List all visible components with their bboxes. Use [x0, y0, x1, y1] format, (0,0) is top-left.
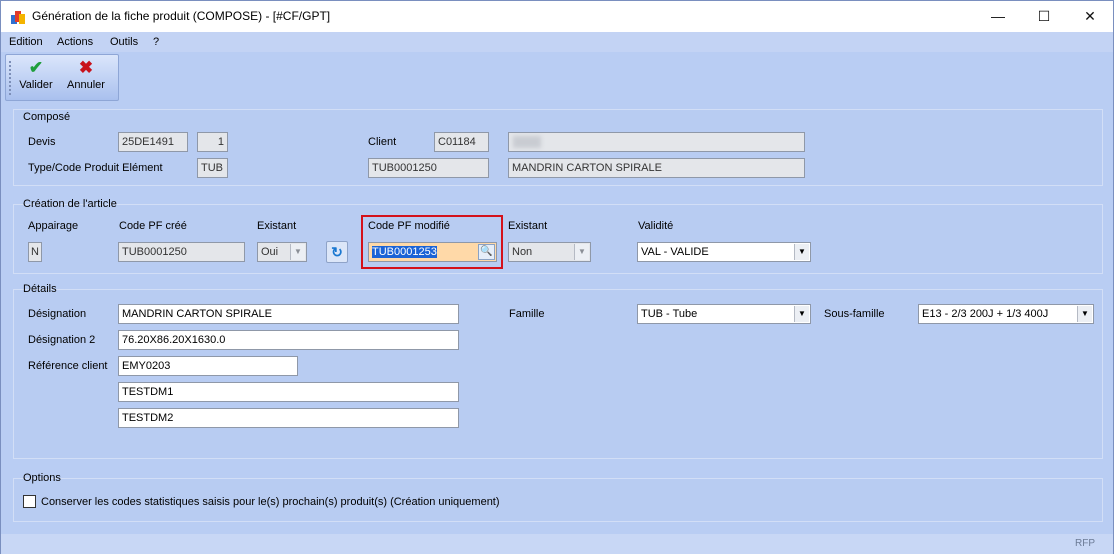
- toolbar-grip[interactable]: [9, 61, 11, 95]
- existant2-select[interactable]: Non ▼: [508, 242, 591, 262]
- refresh-button[interactable]: ↻: [326, 241, 348, 263]
- menu-bar: Edition Actions Outils ?: [1, 32, 1113, 52]
- famille-label: Famille: [509, 308, 545, 320]
- validite-value: VAL - VALIDE: [641, 246, 709, 258]
- existant2-value: Non: [512, 246, 533, 258]
- validate-button[interactable]: ✔ Valider: [16, 57, 56, 99]
- menu-help[interactable]: ?: [153, 36, 159, 48]
- extra-field-1[interactable]: TESTDM1: [118, 382, 459, 402]
- code-element-field[interactable]: TUB0001250: [368, 158, 489, 178]
- conserver-checkbox[interactable]: [23, 495, 36, 508]
- minimize-button[interactable]: —: [975, 1, 1021, 32]
- chevron-down-icon: ▼: [794, 244, 809, 260]
- code-cree-label: Code PF créé: [119, 220, 187, 232]
- code-modifie-field[interactable]: TUB0001253 🔍: [368, 242, 497, 262]
- chevron-down-icon: ▼: [574, 244, 589, 260]
- window-title: Génération de la fiche produit (COMPOSE)…: [32, 9, 331, 23]
- type-label: Type/Code Produit Elément: [28, 162, 163, 174]
- code-cree-field[interactable]: TUB0001250: [118, 242, 245, 262]
- ref-client-label: Référence client: [28, 360, 108, 372]
- code-modifie-label: Code PF modifié: [368, 220, 450, 232]
- status-bar: RFP: [1, 534, 1113, 554]
- group-creation-title: Création de l'article: [23, 198, 117, 210]
- appairage-label: Appairage: [28, 220, 79, 232]
- menu-edition[interactable]: Edition: [9, 36, 43, 48]
- chevron-down-icon: ▼: [1077, 306, 1092, 322]
- minimize-icon: —: [991, 8, 1005, 24]
- existant1-value: Oui: [261, 246, 279, 258]
- chevron-down-icon: ▼: [290, 244, 305, 260]
- chevron-down-icon: ▼: [794, 306, 809, 322]
- existant1-select[interactable]: Oui ▼: [257, 242, 307, 262]
- cancel-button[interactable]: ✖ Annuler: [64, 57, 108, 99]
- validite-select[interactable]: VAL - VALIDE ▼: [637, 242, 811, 262]
- designation-label: Désignation: [28, 308, 87, 320]
- title-bar: Génération de la fiche produit (COMPOSE)…: [1, 1, 1113, 32]
- toolbar: ✔ Valider ✖ Annuler: [5, 54, 119, 101]
- maximize-icon: ☐: [1037, 8, 1051, 24]
- ref-client-field[interactable]: EMY0203: [118, 356, 298, 376]
- famille-select[interactable]: TUB - Tube ▼: [637, 304, 811, 324]
- maximize-button[interactable]: ☐: [1021, 1, 1067, 32]
- menu-actions[interactable]: Actions: [57, 36, 93, 48]
- close-button[interactable]: ✕: [1067, 1, 1113, 32]
- refresh-icon: ↻: [331, 244, 343, 260]
- designation2-field[interactable]: 76.20X86.20X1630.0: [118, 330, 459, 350]
- code-modifie-value: TUB0001253: [372, 246, 437, 258]
- famille-value: TUB - Tube: [641, 308, 698, 320]
- existant2-label: Existant: [508, 220, 548, 232]
- designation2-label: Désignation 2: [28, 334, 96, 346]
- x-icon: ✖: [78, 58, 94, 77]
- app-icon: [11, 11, 25, 24]
- validate-label: Valider: [19, 79, 53, 91]
- type-field[interactable]: TUB: [197, 158, 228, 178]
- group-creation: [13, 204, 1103, 274]
- sous-famille-value: E13 - 2/3 200J + 1/3 400J: [922, 308, 1049, 320]
- extra-field-2[interactable]: TESTDM2: [118, 408, 459, 428]
- client-name-field[interactable]: [508, 132, 805, 152]
- designation-element-field[interactable]: MANDRIN CARTON SPIRALE: [508, 158, 805, 178]
- validite-label: Validité: [638, 220, 674, 232]
- client-code-field[interactable]: C01184: [434, 132, 489, 152]
- designation-field[interactable]: MANDRIN CARTON SPIRALE: [118, 304, 459, 324]
- close-icon: ✕: [1084, 8, 1096, 24]
- group-details-title: Détails: [23, 283, 57, 295]
- appairage-field[interactable]: N: [28, 242, 42, 262]
- sous-famille-label: Sous-famille: [824, 308, 885, 320]
- client-label: Client: [368, 136, 397, 148]
- blurred-client-name: [513, 136, 541, 148]
- devis-label: Devis: [28, 136, 56, 148]
- search-icon[interactable]: 🔍: [478, 244, 495, 260]
- menu-outils[interactable]: Outils: [110, 36, 138, 48]
- group-options-title: Options: [23, 472, 61, 484]
- status-rfp: RFP: [1075, 538, 1095, 549]
- check-icon: ✔: [28, 58, 44, 77]
- devis-field[interactable]: 25DE1491: [118, 132, 188, 152]
- conserver-checkbox-label[interactable]: Conserver les codes statistiques saisis …: [41, 496, 500, 508]
- cancel-label: Annuler: [67, 79, 105, 91]
- sous-famille-select[interactable]: E13 - 2/3 200J + 1/3 400J ▼: [918, 304, 1094, 324]
- devis-index-field[interactable]: 1: [197, 132, 228, 152]
- existant1-label: Existant: [257, 220, 297, 232]
- app-window: Génération de la fiche produit (COMPOSE)…: [0, 0, 1114, 554]
- group-compose-title: Composé: [23, 111, 71, 123]
